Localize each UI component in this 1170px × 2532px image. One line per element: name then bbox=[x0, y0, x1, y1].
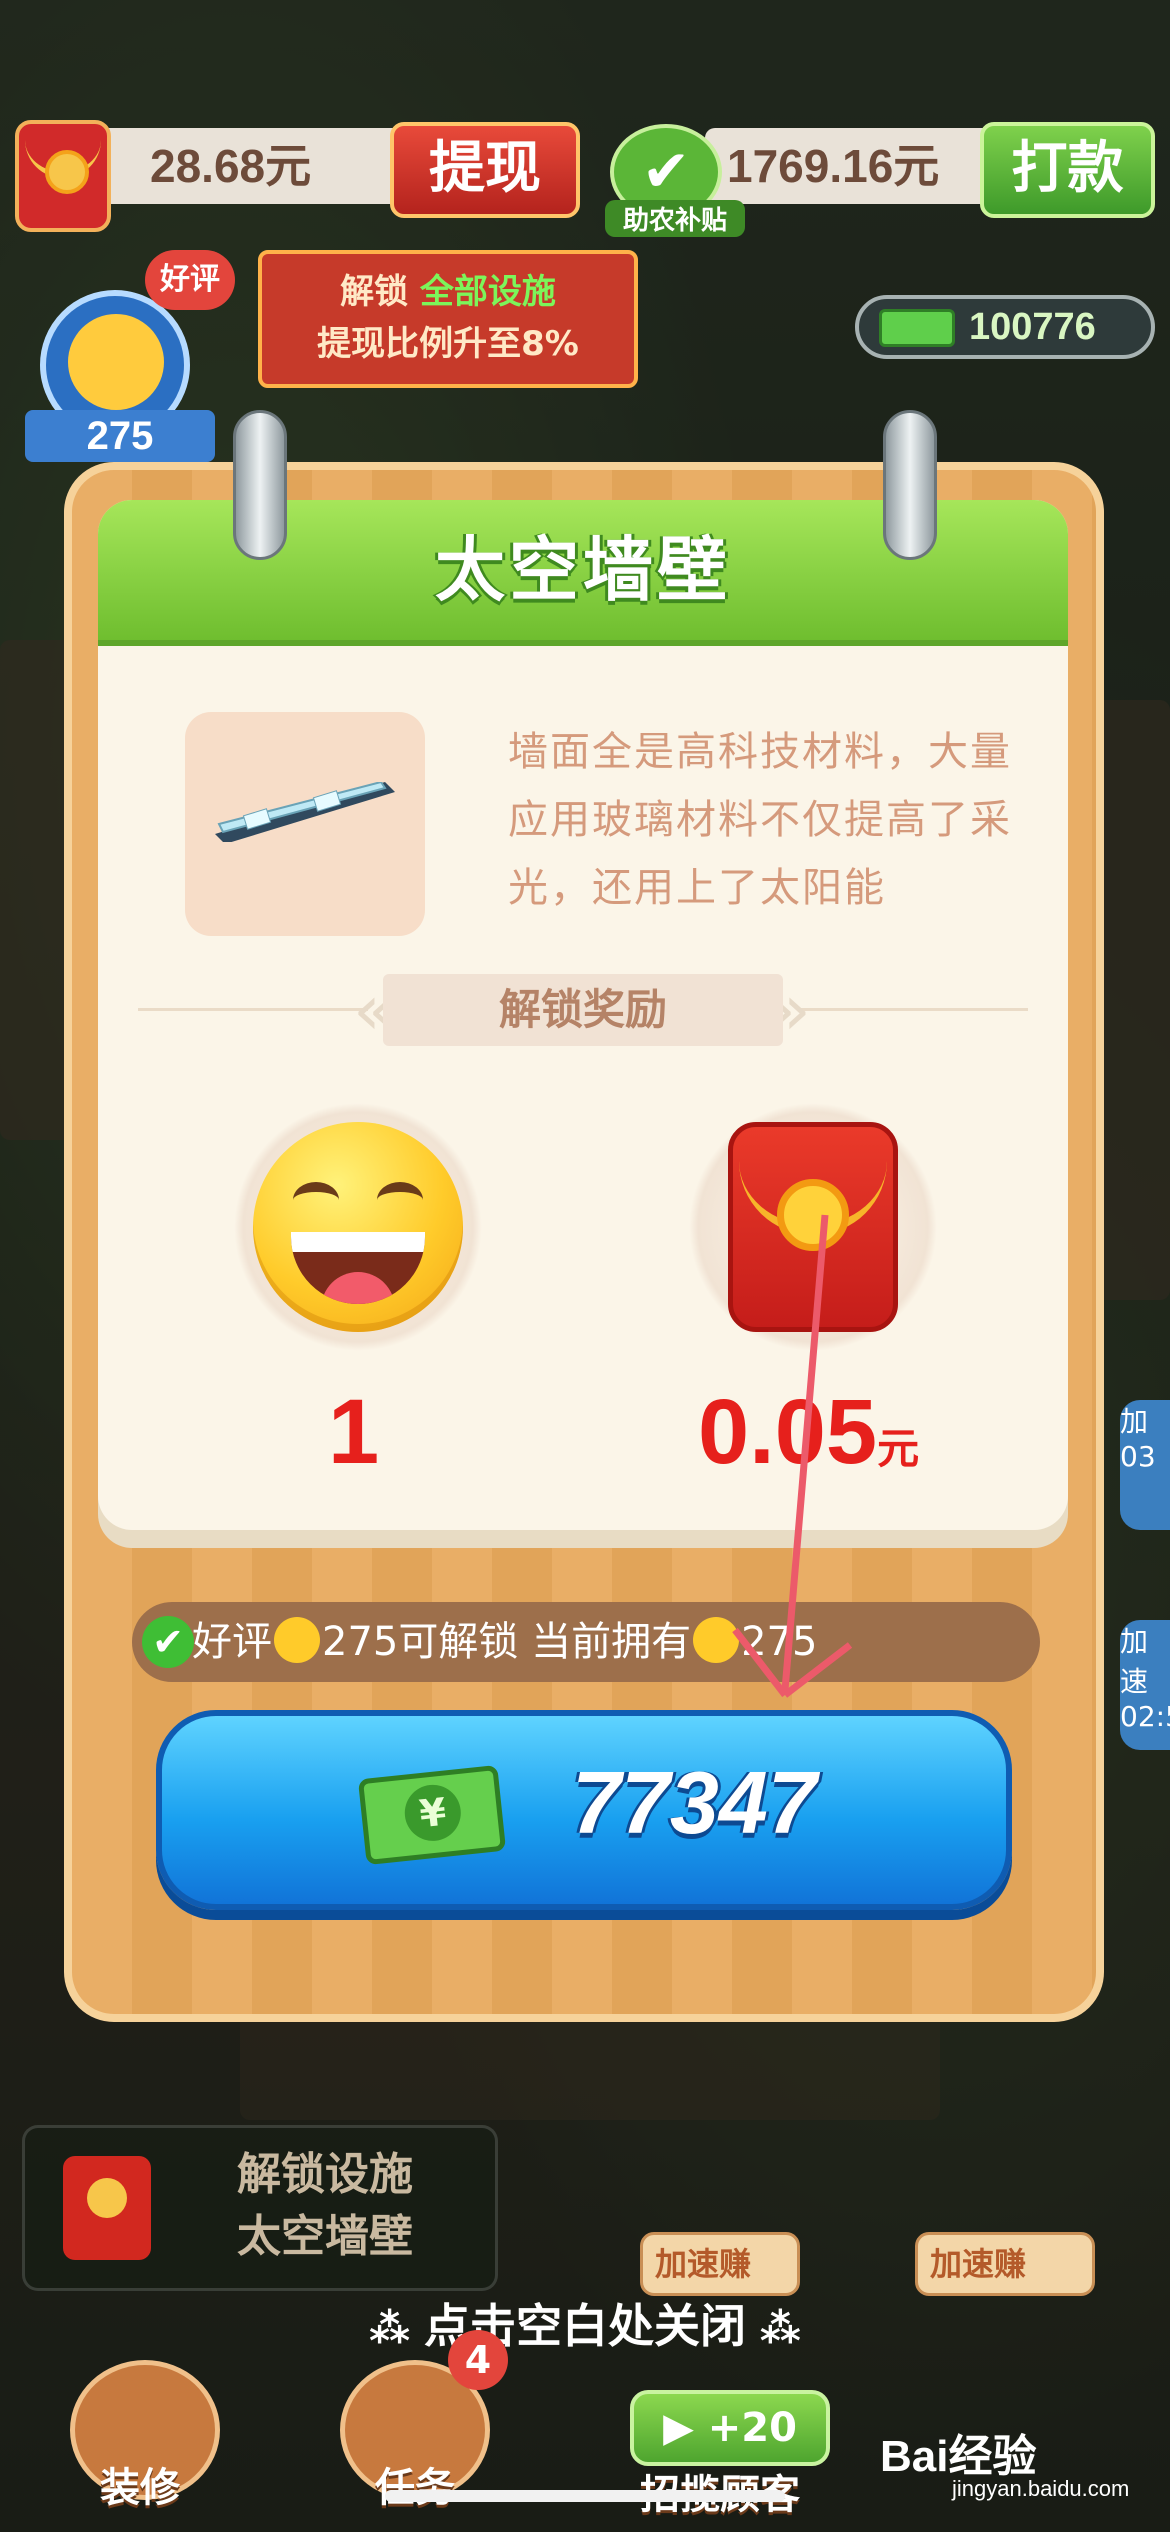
check-icon: ✔ bbox=[142, 1616, 194, 1668]
red-envelope-icon bbox=[63, 2156, 151, 2260]
cash-counter[interactable]: 100776 bbox=[855, 295, 1155, 359]
red-envelope-icon[interactable] bbox=[15, 120, 111, 232]
ornament-icon: ⁂ bbox=[746, 2306, 801, 2352]
reward-value-1: 1 bbox=[328, 1381, 380, 1483]
binder-ring-icon bbox=[233, 410, 287, 560]
space-wall-icon bbox=[215, 782, 395, 842]
task-count-badge: 4 bbox=[448, 2330, 508, 2390]
item-preview bbox=[185, 712, 425, 936]
tip-line-2: 提现比例升至8% bbox=[317, 324, 579, 364]
nav-task-label: 任务 bbox=[375, 2465, 455, 2511]
subsidy-amount: 1769.16元 bbox=[727, 140, 940, 192]
home-indicator[interactable] bbox=[385, 2490, 785, 2502]
reward-emoji bbox=[233, 1102, 483, 1352]
good-review-badge: 好评 bbox=[145, 250, 235, 310]
cash-icon bbox=[879, 309, 955, 347]
cash-count: 100776 bbox=[969, 306, 1096, 348]
binder-ring-icon bbox=[883, 410, 937, 560]
reward-header: 解锁奖励 bbox=[383, 974, 783, 1046]
speed-earn-chip[interactable]: 加速赚 bbox=[640, 2232, 800, 2296]
cash-icon: ¥ bbox=[357, 1764, 507, 1866]
watermark-url: jingyan.baidu.com bbox=[952, 2476, 1130, 2501]
smile-emoji-icon bbox=[68, 314, 164, 410]
side-speed-button[interactable]: 加 03 bbox=[1120, 1400, 1170, 1530]
nav-decorate-label: 装修 bbox=[100, 2465, 180, 2511]
unlock-facility-panel[interactable]: 解锁设施 太空墙壁 bbox=[22, 2125, 498, 2291]
dialog-content: 太空墙壁 墙面全是高科技材料，大量应用玻璃材料不仅提高了采光，还用上了太阳能 «… bbox=[98, 500, 1068, 1530]
unlock-tip-banner: 解锁 全部设施 提现比例升至8% bbox=[258, 250, 638, 388]
tip-line-1: 解锁 全部设施 bbox=[340, 272, 556, 312]
smile-emoji-icon bbox=[253, 1122, 463, 1332]
recruit-bonus-button[interactable]: ▶ +20 bbox=[630, 2390, 830, 2466]
unlock-requirement: ✔ 好评 275可解锁 当前拥有 275 bbox=[132, 1602, 1040, 1682]
speed-earn-chip[interactable]: 加速赚 bbox=[915, 2232, 1095, 2296]
purchase-button[interactable]: ¥ 77347 bbox=[156, 1710, 1012, 1910]
price-label: 77347 bbox=[572, 1753, 817, 1852]
rating-count: 275 bbox=[25, 410, 215, 462]
subsidy-label: 助农补贴 bbox=[605, 200, 745, 237]
balance-text: 28.68元 bbox=[150, 140, 312, 192]
baidu-watermark: Bai经验 bbox=[880, 2432, 1037, 2481]
smile-emoji-icon bbox=[693, 1617, 740, 1663]
close-hint[interactable]: ⁂ 点击空白处关闭 ⁂ bbox=[0, 2290, 1170, 2356]
divider bbox=[138, 1008, 368, 1011]
ornament-icon: ⁂ bbox=[369, 2306, 424, 2352]
item-description: 墙面全是高科技材料，大量应用玻璃材料不仅提高了采光，还用上了太阳能 bbox=[508, 729, 1012, 911]
withdraw-button[interactable]: 提现 bbox=[390, 122, 580, 218]
divider bbox=[798, 1008, 1028, 1011]
unlock-facility-text: 解锁设施 太空墙壁 bbox=[237, 2149, 413, 2262]
smile-emoji-icon bbox=[274, 1617, 320, 1663]
reward-value-2: 0.05元 bbox=[698, 1381, 920, 1483]
pay-button[interactable]: 打款 bbox=[980, 122, 1155, 218]
top-bar: 28.68元 提现 1769.16元 ✔ 助农补贴 打款 bbox=[15, 120, 1155, 240]
red-envelope-icon bbox=[728, 1122, 898, 1332]
reward-red-envelope bbox=[688, 1102, 938, 1352]
side-speed-button[interactable]: 加速02:5 bbox=[1120, 1620, 1170, 1750]
